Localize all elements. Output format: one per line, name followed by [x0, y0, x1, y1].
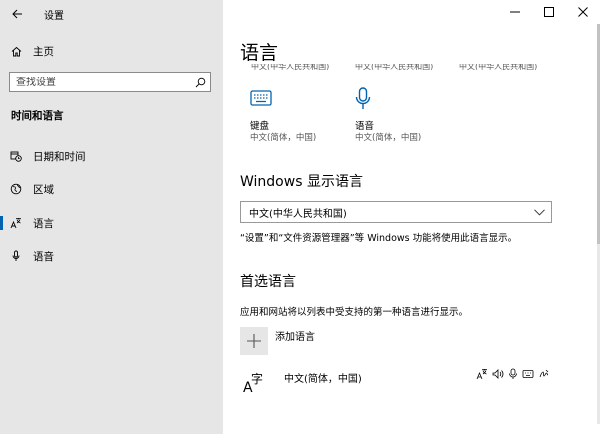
search-box[interactable]: [9, 72, 211, 92]
plus-icon: [247, 334, 261, 348]
page-title: 语言: [240, 42, 279, 64]
sidebar-item-label: 区域: [33, 183, 54, 196]
home-icon: [10, 45, 22, 57]
sidebar-item-label: 语言: [33, 217, 54, 230]
section-title: 时间和语言: [11, 110, 64, 122]
window-controls: [498, 0, 600, 24]
cut-off-text: 中文(中华人民共和国): [459, 64, 538, 70]
display-language-note: “设置”和“文件资源管理器”等 Windows 功能将使用此语言显示。: [240, 233, 518, 244]
calendar-clock-icon: [10, 150, 22, 162]
keyboard-sublabel: 中文(简体，中国): [250, 133, 317, 143]
add-language-label[interactable]: 添加语言: [275, 328, 315, 343]
close-button[interactable]: [566, 0, 600, 24]
speech-label: 语音: [355, 121, 375, 132]
language-icon: [10, 217, 22, 229]
chevron-down-icon: [534, 208, 545, 216]
handwriting-icon: [539, 369, 549, 378]
search-icon[interactable]: [194, 76, 206, 88]
globe-icon: [10, 183, 22, 195]
language-glyph-icon: 字 A: [242, 370, 268, 396]
keyboard-icon: [522, 370, 534, 378]
language-glyph-bottom: A: [243, 380, 253, 396]
back-arrow-icon: [11, 9, 22, 19]
minimize-icon: [510, 11, 520, 13]
nav-home-label: 主页: [33, 45, 54, 58]
sidebar-item-region[interactable]: 区域: [0, 177, 223, 201]
title-bar: 设置: [0, 0, 223, 28]
preferred-language-description: 应用和网站将以列表中受支持的第一种语言进行显示。: [240, 307, 469, 318]
back-button[interactable]: [0, 0, 34, 28]
add-language-button[interactable]: [240, 327, 268, 355]
display-language-heading: Windows 显示语言: [240, 174, 363, 190]
language-feature-icons: [476, 368, 550, 380]
display-language-value: 中文(中华人民共和国): [249, 208, 347, 220]
sidebar-item-language[interactable]: 语言: [0, 211, 223, 235]
keyboard-label: 键盘: [250, 121, 270, 132]
microphone-icon: [355, 87, 371, 109]
speech-sublabel: 中文(简体，中国): [355, 133, 422, 143]
cut-off-text: 中文(中华人民共和国): [251, 64, 330, 70]
sidebar-item-date-time[interactable]: 日期和时间: [0, 144, 223, 168]
maximize-icon: [544, 7, 554, 17]
search-input[interactable]: [16, 76, 186, 88]
minimize-button[interactable]: [498, 0, 532, 24]
sidebar: 设置 主页 时间和语言 日期和时间 区域 语言 语音: [0, 0, 223, 434]
sidebar-item-label: 日期和时间: [33, 150, 86, 163]
display-language-icon: [476, 369, 487, 380]
close-icon: [578, 7, 588, 17]
microphone-icon: [10, 250, 22, 262]
preferred-language-heading: 首选语言: [240, 274, 296, 290]
cut-off-text: 中文(中华人民共和国): [355, 64, 434, 70]
nav-home[interactable]: 主页: [0, 38, 223, 64]
main-content: 语言 中文(中华人民共和国) 中文(中华人民共和国) 中文(中华人民共和国) 键…: [223, 0, 600, 434]
sidebar-item-label: 语音: [33, 250, 54, 263]
text-to-speech-icon: [492, 369, 504, 379]
sidebar-item-speech[interactable]: 语音: [0, 244, 223, 268]
language-list-item[interactable]: 字 A 中文(简体，中国): [240, 366, 552, 400]
speech-recognition-icon: [509, 368, 517, 379]
keyboard-icon: [250, 90, 272, 106]
display-language-select[interactable]: 中文(中华人民共和国): [240, 201, 552, 223]
language-name: 中文(简体，中国): [284, 374, 362, 385]
app-title: 设置: [44, 10, 64, 22]
maximize-button[interactable]: [532, 0, 566, 24]
